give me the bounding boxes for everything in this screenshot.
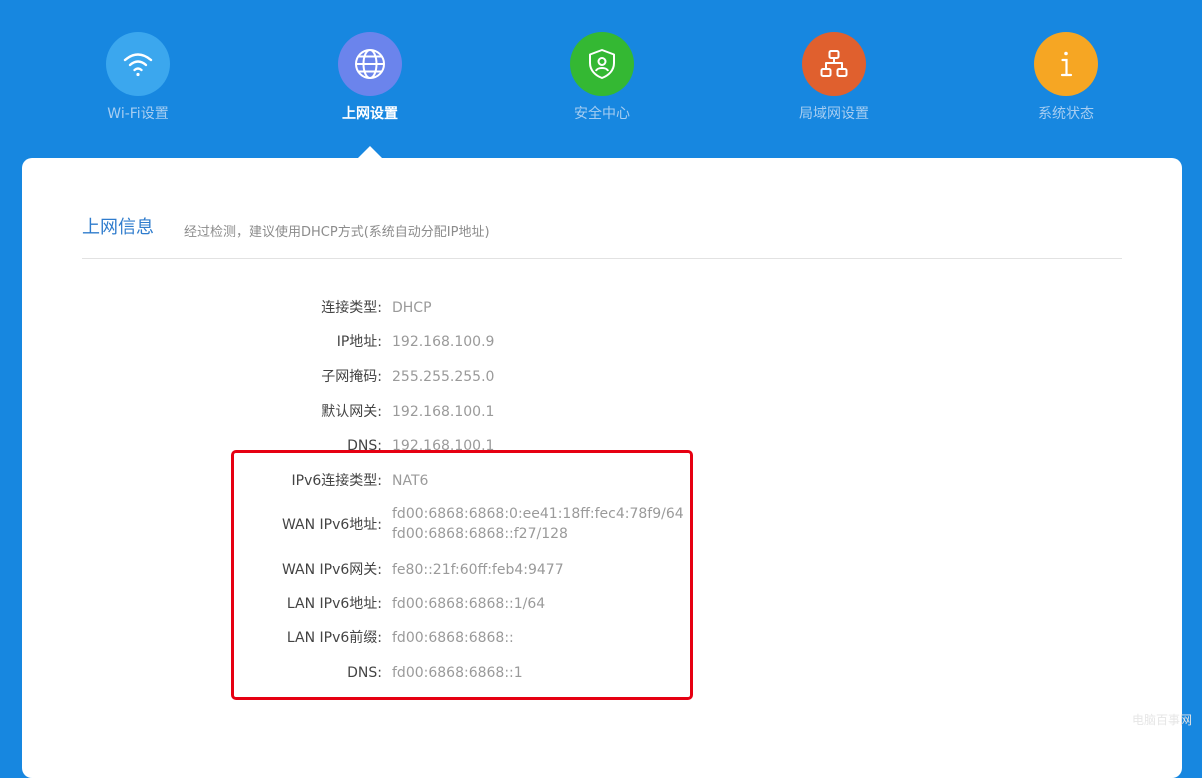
info-icon xyxy=(1034,32,1098,96)
internet-info-card: 上网信息 经过检测，建议使用DHCP方式(系统自动分配IP地址) 连接类型: D… xyxy=(22,158,1182,778)
nav-item-system-status[interactable]: 系统状态 xyxy=(986,32,1146,124)
info-value: 192.168.100.9 xyxy=(392,334,495,350)
nav-item-wifi-settings[interactable]: Wi-Fi设置 xyxy=(58,32,218,124)
section-title: 上网信息 xyxy=(82,217,154,238)
info-label: 默认网关: xyxy=(321,404,382,420)
nav-label-internet-settings: 上网设置 xyxy=(342,106,398,122)
nav-label-lan-settings: 局域网设置 xyxy=(799,106,869,122)
info-row-ip-address: IP地址: 192.168.100.9 xyxy=(22,332,782,352)
info-value: 192.168.100.1 xyxy=(392,404,495,420)
nav-item-internet-settings[interactable]: 上网设置 xyxy=(290,32,450,124)
ipv6-highlight-box xyxy=(231,450,693,700)
nav-item-security-center[interactable]: 安全中心 xyxy=(522,32,682,124)
watermark: 电脑百事网 xyxy=(1131,713,1192,727)
section-divider xyxy=(82,258,1122,259)
info-label: 子网掩码: xyxy=(321,369,382,385)
globe-icon xyxy=(338,32,402,96)
info-row-connection-type: 连接类型: DHCP xyxy=(22,298,782,318)
shield-icon xyxy=(570,32,634,96)
info-value: 255.255.255.0 xyxy=(392,369,495,385)
active-tab-pointer xyxy=(358,146,382,158)
info-row-gateway: 默认网关: 192.168.100.1 xyxy=(22,402,782,422)
info-row-subnet-mask: 子网掩码: 255.255.255.0 xyxy=(22,367,782,387)
info-label: 连接类型: xyxy=(321,300,382,316)
network-icon xyxy=(802,32,866,96)
info-label: IP地址: xyxy=(336,334,382,350)
section-hint: 经过检测，建议使用DHCP方式(系统自动分配IP地址) xyxy=(184,225,490,240)
nav-item-lan-settings[interactable]: 局域网设置 xyxy=(754,32,914,124)
wifi-icon xyxy=(106,32,170,96)
info-value: DHCP xyxy=(392,300,432,316)
nav-label-system-status: 系统状态 xyxy=(1038,106,1094,122)
nav-label-wifi-settings: Wi-Fi设置 xyxy=(107,106,169,122)
nav-label-security-center: 安全中心 xyxy=(574,106,630,122)
